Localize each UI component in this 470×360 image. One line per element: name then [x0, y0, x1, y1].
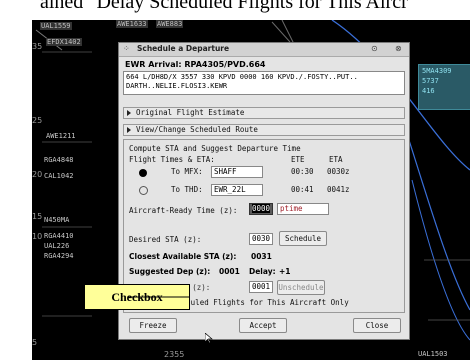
thd-ete: 00:41	[291, 185, 314, 194]
desired-sta-label: Desired STA (z):	[129, 235, 202, 244]
mfx-eta: 0030z	[327, 167, 350, 176]
original-estimate-section[interactable]: Original Flight Estimate	[123, 107, 405, 119]
thd-label: To THD:	[171, 185, 203, 194]
freeze-button[interactable]: Freeze	[129, 318, 177, 333]
close-button[interactable]: Close	[353, 318, 401, 333]
delay-value: +1	[279, 267, 291, 276]
checkbox-callout: Checkbox	[84, 284, 190, 310]
change-route-section[interactable]: View/Change Scheduled Route	[123, 124, 405, 136]
eta-column-header: ETA	[329, 155, 343, 164]
range-number: 20	[32, 170, 43, 179]
flight-tag[interactable]: CAL1042	[44, 172, 74, 180]
minimize-icon[interactable]: ⊙	[371, 44, 378, 53]
flight-tag: 416	[422, 87, 435, 95]
aircraft-ready-value: 0000	[252, 204, 271, 213]
window-titlebar[interactable]: ⁘ Schedule a Departure ⊙ ⊗	[119, 43, 409, 57]
desired-sta-input[interactable]: 0030	[249, 233, 273, 245]
close-window-icon[interactable]: ⊗	[395, 44, 402, 53]
delay-label: Delay:	[249, 267, 276, 276]
aircraft-ready-input[interactable]: 0000	[249, 203, 273, 215]
closest-sta-value: 0031	[251, 252, 272, 261]
ete-column-header: ETE	[291, 155, 305, 164]
caption-text: ained "Delay Scheduled Flights for This …	[40, 0, 408, 13]
range-number: 25	[32, 116, 43, 125]
range-number: 5	[32, 338, 38, 347]
thd-radio[interactable]	[139, 186, 148, 195]
scheduled-dep-field[interactable]: 0001	[249, 281, 273, 293]
aircraft-ready-tag[interactable]: ptime	[277, 203, 329, 215]
window-title: Schedule a Departure	[137, 44, 230, 53]
flight-tag: 5737	[422, 77, 439, 85]
flight-tag[interactable]: AWE1633	[116, 20, 148, 28]
unschedule-button[interactable]: Unschedule	[277, 280, 325, 295]
mfx-radio[interactable]	[139, 169, 147, 177]
arrival-header: EWR Arrival: RPA4305/PVD.664	[125, 60, 266, 69]
thd-fix-field[interactable]: EWR_22L	[211, 184, 263, 196]
flight-tag[interactable]: UAL1559	[40, 22, 72, 30]
mfx-ete: 00:30	[291, 167, 314, 176]
mfx-fix-field[interactable]: SHAFF	[211, 166, 263, 178]
section-label: Original Flight Estimate	[136, 108, 245, 117]
highlighted-flight-block[interactable]: 5MA4309 5737 416	[418, 64, 470, 110]
aircraft-ready-label: Aircraft-Ready Time (z):	[129, 206, 238, 215]
thd-eta: 0041z	[327, 185, 350, 194]
cursor-icon	[205, 333, 213, 343]
window-menu-icon[interactable]: ⁘	[123, 44, 130, 53]
section-label: View/Change Scheduled Route	[136, 125, 258, 134]
expand-arrow-icon	[127, 127, 131, 133]
expand-arrow-icon	[127, 110, 131, 116]
mfx-label: To MFX:	[171, 167, 203, 176]
flight-times-header: Flight Times & ETA:	[129, 155, 215, 164]
route-text: 664 L/DH8D/X 3557 330 KPVD 0000 160 KPVD…	[126, 73, 358, 90]
flight-tag[interactable]: EFDX1402	[46, 38, 82, 46]
range-number: 15	[32, 212, 43, 221]
flight-tag[interactable]: N450MA	[44, 216, 69, 224]
document-caption: ained "Delay Scheduled Flights for This …	[0, 0, 470, 20]
flight-tag[interactable]: AWE883	[156, 20, 184, 28]
suggested-dep-value: 0001	[219, 267, 240, 276]
range-number: 35	[32, 42, 43, 51]
range-number: 10	[32, 232, 43, 241]
suggested-dep-label: Suggested Dep (z):	[129, 267, 211, 276]
flight-tag: 5MA4309	[422, 67, 452, 75]
flight-tag[interactable]: UAL226	[44, 242, 69, 250]
accept-button[interactable]: Accept	[239, 318, 287, 333]
flight-tag[interactable]: RGA4294	[44, 252, 74, 260]
schedule-button[interactable]: Schedule	[279, 231, 327, 246]
flight-tag[interactable]: RGA4410	[44, 232, 74, 240]
route-text-area[interactable]: 664 L/DH8D/X 3557 330 KPVD 0000 160 KPVD…	[123, 71, 405, 95]
compute-title: Compute STA and Suggest Departure Time	[129, 144, 301, 153]
flight-tag[interactable]: UAL1503	[418, 350, 448, 358]
flight-tag[interactable]: RGA4848	[44, 156, 74, 164]
closest-sta-label: Closest Available STA (z):	[129, 252, 237, 261]
range-number: 2355	[164, 350, 185, 359]
flight-tag[interactable]: AWE1211	[46, 132, 76, 140]
